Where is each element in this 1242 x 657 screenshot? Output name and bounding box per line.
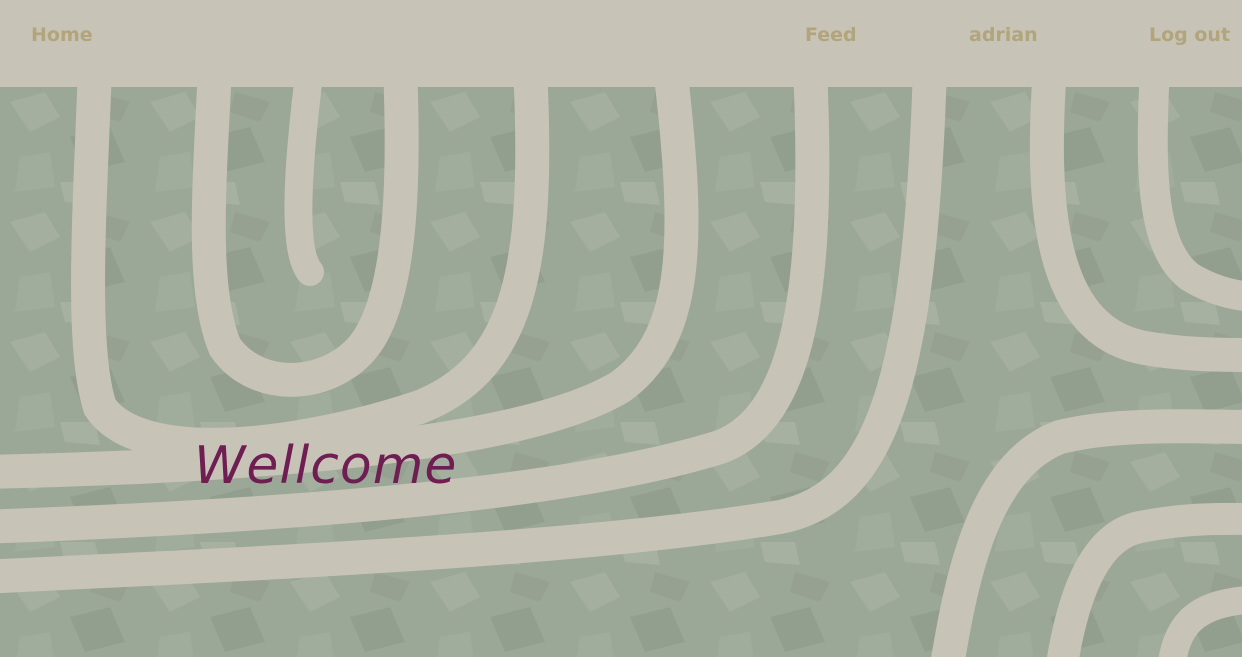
hero-background-image — [0, 87, 1242, 657]
page: Home Feed adrian Log out Wellcome — [0, 0, 1242, 657]
welcome-heading: Wellcome — [194, 436, 458, 496]
organic-stripes-illustration — [0, 87, 1242, 657]
nav-home-link[interactable]: Home — [31, 24, 93, 46]
nav-logout-link[interactable]: Log out — [1149, 24, 1230, 46]
nav-user-link[interactable]: adrian — [969, 24, 1038, 46]
nav-feed-link[interactable]: Feed — [805, 24, 857, 46]
top-navigation: Home Feed adrian Log out — [0, 0, 1242, 87]
